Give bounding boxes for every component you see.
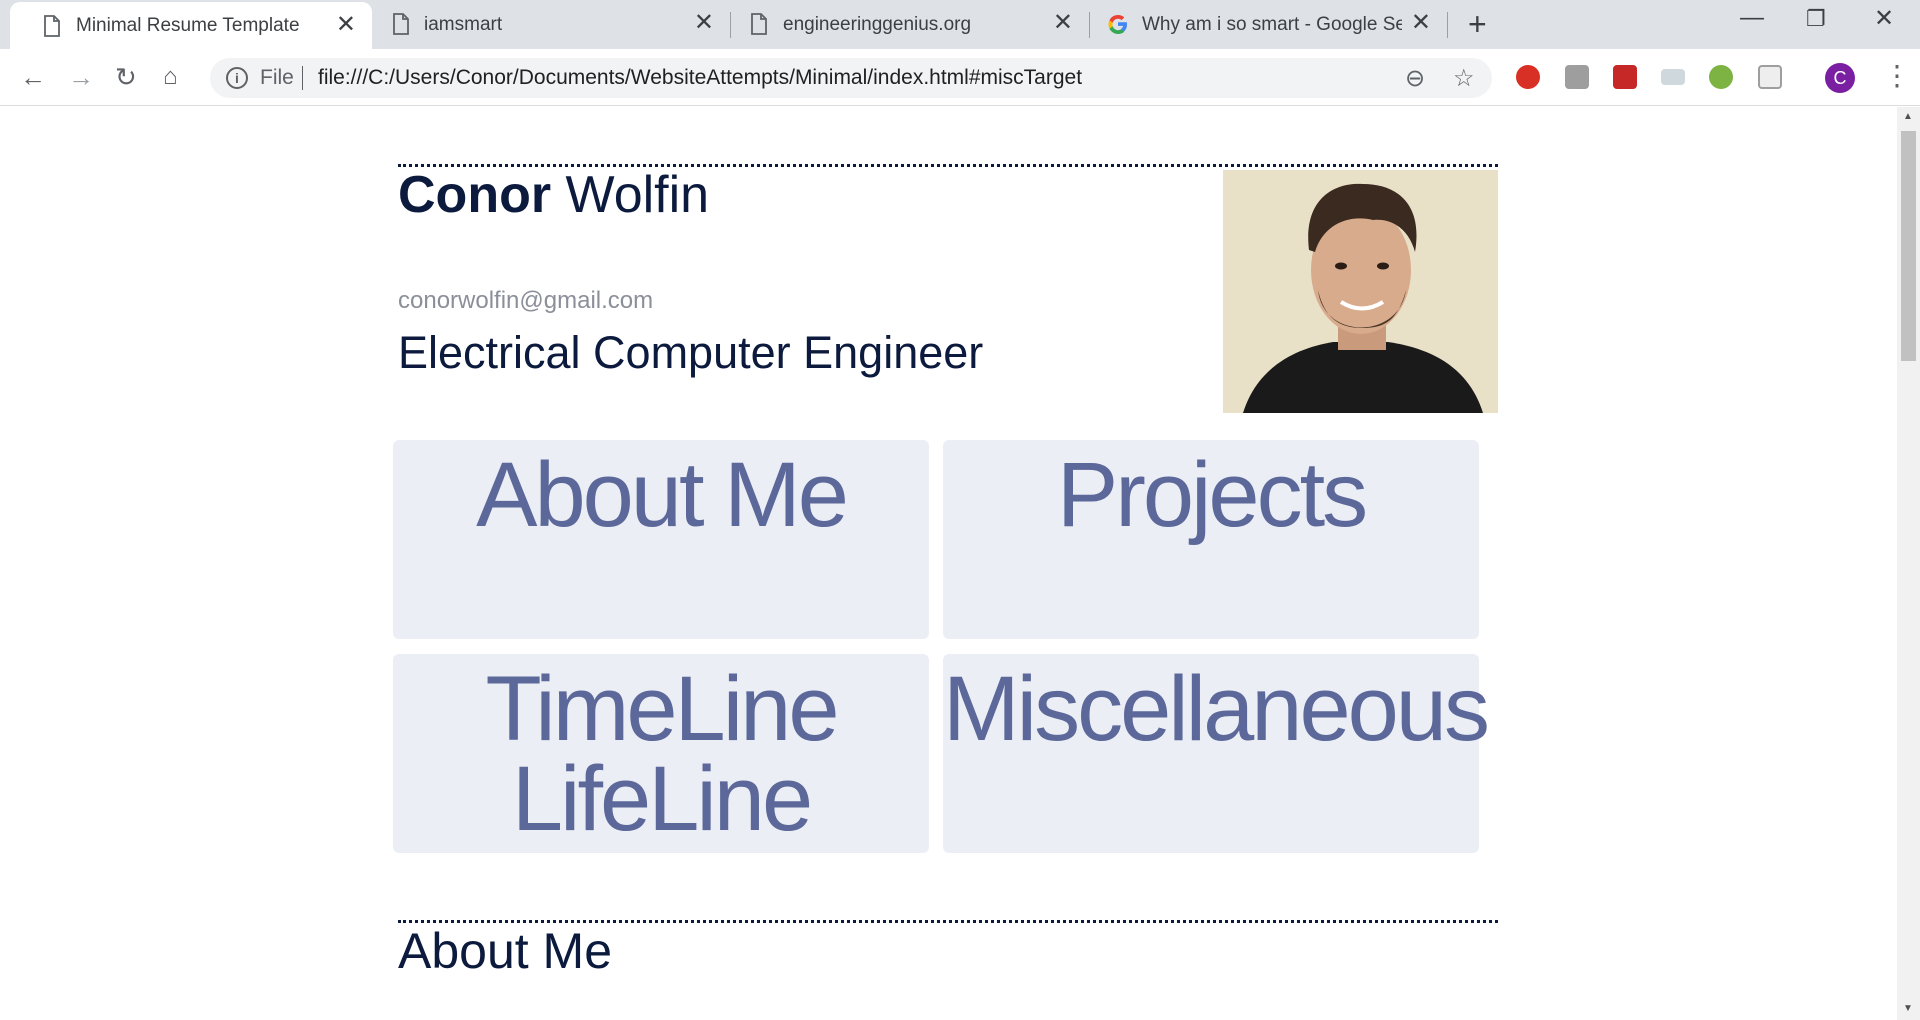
- info-icon[interactable]: i: [226, 67, 248, 89]
- tab-google-search[interactable]: Why am i so smart - Google Sear ✕: [1090, 0, 1447, 49]
- portrait-image: [1223, 170, 1498, 413]
- tab-label: engineeringgenius.org: [783, 13, 972, 35]
- card-label: Miscellaneous: [943, 658, 1490, 760]
- page-content: Conor Wolfin conorwolfin@gmail.com Elect…: [0, 107, 1897, 1020]
- star-icon[interactable]: ☆: [1453, 64, 1475, 93]
- page-icon: [44, 15, 60, 37]
- zoom-out-icon[interactable]: ⊖: [1405, 64, 1425, 93]
- document-extension-icon[interactable]: [1758, 65, 1782, 89]
- close-icon[interactable]: ✕: [1053, 11, 1073, 35]
- card-miscellaneous[interactable]: Miscellaneous: [943, 654, 1490, 853]
- card-about-me[interactable]: About Me: [393, 440, 929, 639]
- tab-label: Why am i so smart - Google Sear: [1142, 13, 1402, 35]
- tab-separator: [1447, 12, 1448, 38]
- css-extension-icon[interactable]: [1661, 69, 1685, 85]
- card-label-second-line: LifeLine: [511, 748, 813, 850]
- close-icon[interactable]: ✕: [694, 11, 714, 35]
- omnibox-divider: [302, 66, 303, 90]
- profile-avatar[interactable]: C: [1825, 63, 1855, 93]
- bookmark-extension-icon[interactable]: [1613, 65, 1637, 89]
- page-icon: [393, 13, 409, 35]
- forward-icon[interactable]: →: [68, 62, 94, 92]
- last-name: Wolfin: [565, 166, 710, 224]
- email-text: conorwolfin@gmail.com: [398, 287, 654, 314]
- spellcheck-extension-icon[interactable]: [1709, 65, 1733, 89]
- close-icon[interactable]: ✕: [1411, 11, 1431, 35]
- scroll-down-icon[interactable]: ▼: [1903, 1003, 1913, 1014]
- tab-engineeringgenius[interactable]: engineeringgenius.org ✕: [731, 0, 1089, 49]
- vertical-scrollbar[interactable]: ▲ ▼: [1897, 107, 1920, 1020]
- tab-strip: Minimal Resume Template ✕ iamsmart ✕ eng…: [0, 0, 1920, 49]
- scroll-up-icon[interactable]: ▲: [1903, 111, 1913, 122]
- card-projects[interactable]: Projects: [943, 440, 1479, 639]
- tab-label: Minimal Resume Template: [76, 14, 300, 36]
- reload-icon[interactable]: ↻: [115, 62, 137, 92]
- adblock-extension-icon[interactable]: [1516, 65, 1540, 89]
- address-bar[interactable]: i File file:///C:/Users/Conor/Documents/…: [210, 58, 1492, 98]
- tab-iamsmart[interactable]: iamsmart ✕: [372, 0, 730, 49]
- scheme-label: File: [260, 66, 294, 89]
- back-icon[interactable]: ←: [20, 62, 46, 92]
- card-label: TimeLine: [485, 658, 840, 760]
- profile-photo: [1223, 170, 1498, 413]
- person-name: Conor Wolfin: [398, 165, 709, 225]
- restore-icon[interactable]: ❐: [1806, 6, 1826, 32]
- close-icon[interactable]: ✕: [336, 13, 356, 37]
- menu-icon[interactable]: ⋮: [1883, 59, 1911, 92]
- browser-toolbar: ← → ↻ ⌂ i File file:///C:/Users/Conor/Do…: [0, 49, 1920, 106]
- section-heading-about-me: About Me: [398, 923, 613, 979]
- tab-minimal-resume[interactable]: Minimal Resume Template ✕: [10, 2, 372, 49]
- window-close-icon[interactable]: ✕: [1874, 4, 1894, 33]
- card-timeline[interactable]: TimeLine LifeLine: [393, 654, 929, 853]
- url-text[interactable]: file:///C:/Users/Conor/Documents/Website…: [318, 66, 1082, 90]
- first-name: Conor: [398, 166, 552, 224]
- scrollbar-thumb[interactable]: [1901, 131, 1916, 361]
- extension-icon[interactable]: [1565, 65, 1589, 89]
- google-icon: [1108, 15, 1127, 34]
- minimize-icon[interactable]: —: [1740, 4, 1764, 32]
- card-label: About Me: [476, 444, 849, 546]
- tab-label: iamsmart: [424, 13, 503, 35]
- card-label: Projects: [1056, 444, 1368, 546]
- home-icon[interactable]: ⌂: [163, 62, 178, 92]
- new-tab-button[interactable]: +: [1468, 6, 1487, 42]
- role-title: Electrical Computer Engineer: [398, 327, 984, 378]
- page-icon: [751, 13, 767, 35]
